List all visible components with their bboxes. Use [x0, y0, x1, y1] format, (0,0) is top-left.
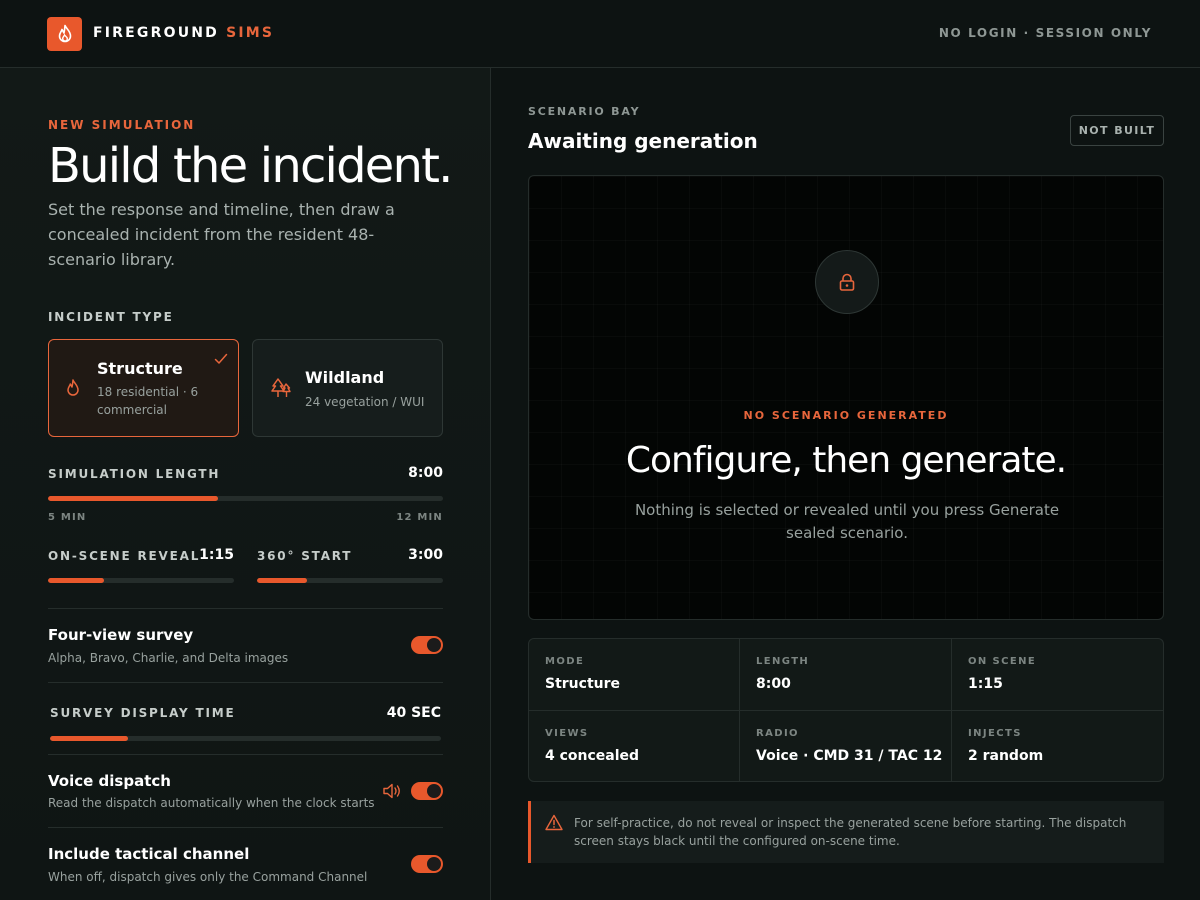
page-description: Set the response and timeline, then draw… [48, 200, 395, 269]
trees-icon [269, 376, 293, 404]
summary-key: LENGTH [756, 656, 810, 667]
stage-eyebrow: NO SCENARIO GENERATED [743, 409, 949, 422]
summary-cell-views: VIEWS 4 concealed [529, 711, 740, 781]
scenario-bay-title: Awaiting generation [528, 129, 758, 153]
check-icon [214, 350, 228, 369]
summary-value: 8:00 [756, 676, 791, 692]
flame-logo-icon[interactable] [47, 17, 82, 51]
survey-display-time-value: 40 SEC [386, 705, 441, 721]
divider [48, 827, 443, 828]
lock-icon [815, 250, 879, 314]
summary-key: ON SCENE [968, 656, 1037, 667]
stage-heading: Configure, then generate. [625, 440, 1067, 481]
incident-type-wildland[interactable]: Wildland 24 vegetation / WUI [252, 339, 443, 437]
structure-subtitle: 18 residential · 6 commercial [97, 385, 199, 417]
voice-dispatch-toggle[interactable] [411, 782, 443, 800]
scenario-summary: MODE Structure LENGTH 8:00 ON SCENE 1:15… [528, 638, 1164, 782]
speaker-icon[interactable] [382, 782, 402, 804]
on-scene-reveal-fill [48, 578, 104, 583]
on-scene-reveal-label: ON-SCENE REVEAL [48, 549, 201, 563]
summary-value: Voice · CMD 31 / TAC 12 [756, 748, 943, 764]
brand-name[interactable]: FIREGROUND SIMS [93, 25, 274, 41]
incident-type-label: INCIDENT TYPE [48, 310, 174, 324]
toggle-knob [427, 638, 441, 652]
toggle-knob [427, 857, 441, 871]
toggle-knob [427, 784, 441, 798]
status-badge: NOT BUILT [1070, 115, 1164, 146]
start-360-value: 3:00 [408, 547, 443, 563]
tactical-channel-toggle[interactable] [411, 855, 443, 873]
voice-dispatch-title: Voice dispatch [48, 772, 171, 790]
simulation-length-min: 5 MIN [48, 512, 87, 523]
summary-cell-injects: INJECTS 2 random [952, 711, 1163, 781]
summary-key: MODE [545, 656, 585, 667]
brand-accent: SIMS [226, 25, 275, 41]
survey-display-time-fill [50, 736, 129, 741]
flame-icon [65, 378, 81, 402]
survey-display-time-label: SURVEY DISPLAY TIME [50, 706, 236, 720]
brand-main: FIREGROUND [93, 25, 219, 41]
practice-notice: For self-practice, do not reveal or insp… [528, 801, 1164, 863]
summary-key: RADIO [756, 728, 799, 739]
survey-display-time-slider[interactable] [50, 736, 441, 741]
summary-value: Structure [545, 676, 621, 692]
structure-title: Structure [97, 359, 183, 378]
session-status: NO LOGIN · SESSION ONLY [938, 26, 1152, 40]
on-scene-reveal-value: 1:15 [199, 547, 234, 563]
summary-cell-radio: RADIO Voice · CMD 31 / TAC 12 [740, 711, 952, 781]
summary-value: 4 concealed [545, 748, 640, 764]
incident-type-structure[interactable]: Structure 18 residential · 6 commercial [48, 339, 239, 437]
start-360-fill [257, 578, 308, 583]
divider [48, 608, 443, 609]
four-view-survey-subtitle: Alpha, Bravo, Charlie, and Delta images [48, 651, 289, 665]
summary-cell-mode: MODE Structure [529, 639, 740, 711]
four-view-survey-title: Four-view survey [48, 626, 194, 644]
summary-key: VIEWS [545, 728, 589, 739]
divider [48, 682, 443, 683]
tactical-channel-subtitle: When off, dispatch gives only the Comman… [48, 870, 368, 884]
stage-description: Nothing is selected or revealed until yo… [634, 501, 1060, 542]
section-eyebrow: NEW SIMULATION [48, 118, 196, 132]
on-scene-reveal-slider[interactable] [48, 578, 234, 583]
start-360-slider[interactable] [257, 578, 443, 583]
summary-cell-length: LENGTH 8:00 [740, 639, 952, 711]
divider [48, 754, 443, 755]
scenario-stage: NO SCENARIO GENERATED Configure, then ge… [528, 175, 1164, 620]
configuration-panel: NEW SIMULATION Build the incident. Set t… [0, 68, 491, 900]
summary-cell-on-scene: ON SCENE 1:15 [952, 639, 1163, 711]
notice-text: For self-practice, do not reveal or insp… [574, 816, 1127, 848]
voice-dispatch-subtitle: Read the dispatch automatically when the… [48, 796, 375, 810]
wildland-title: Wildland [305, 368, 385, 387]
simulation-length-value: 8:00 [408, 465, 443, 481]
simulation-length-fill [48, 496, 218, 501]
wildland-subtitle: 24 vegetation / WUI [305, 395, 425, 409]
four-view-survey-toggle[interactable] [411, 636, 443, 654]
warning-icon [545, 814, 563, 835]
summary-value: 1:15 [968, 676, 1003, 692]
start-360-label: 360° START [257, 549, 353, 563]
simulation-length-slider[interactable] [48, 496, 443, 501]
page-title: Build the incident. [48, 138, 453, 194]
tactical-channel-title: Include tactical channel [48, 845, 250, 863]
summary-value: 2 random [968, 748, 1044, 764]
scenario-panel: SCENARIO BAY Awaiting generation NOT BUI… [492, 68, 1200, 900]
summary-key: INJECTS [968, 728, 1022, 739]
simulation-length-max: 12 MIN [396, 512, 443, 523]
top-bar: FIREGROUND SIMS NO LOGIN · SESSION ONLY [0, 0, 1200, 68]
simulation-length-label: SIMULATION LENGTH [48, 467, 221, 481]
scenario-bay-label: SCENARIO BAY [528, 105, 641, 118]
